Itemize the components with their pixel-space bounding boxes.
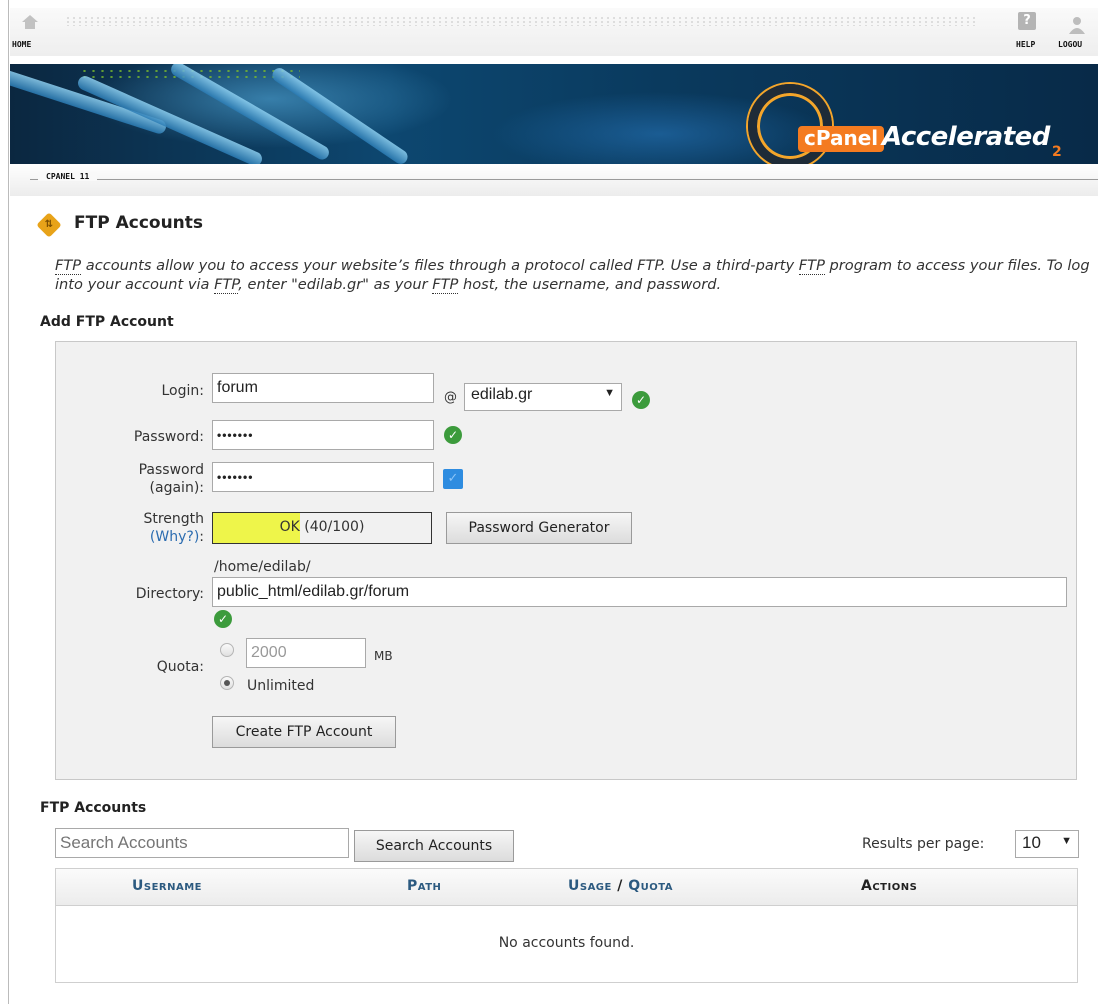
- add-ftp-account-heading: Add FTP Account: [40, 314, 174, 330]
- at-sign: @: [444, 390, 457, 405]
- why-colon: :: [199, 529, 204, 545]
- login-valid-check-icon: ✓: [632, 391, 650, 409]
- description-text: host, the username, and password.: [458, 276, 722, 293]
- left-border: [8, 0, 9, 1004]
- password-again-label-line2: (again):: [149, 480, 204, 496]
- dropdown-arrow-icon: ▼: [1061, 835, 1072, 847]
- strength-text: OK (40/100): [213, 519, 431, 535]
- quota-limited-radio[interactable]: [220, 643, 234, 657]
- empty-table-message: No accounts found.: [498, 935, 635, 951]
- quota-unit: MB: [374, 649, 393, 663]
- results-per-page-select[interactable]: 10 ▼: [1015, 830, 1079, 858]
- header-separator: /: [611, 878, 629, 894]
- page-title: FTP Accounts: [74, 213, 204, 233]
- directory-valid-check-icon: ✓: [214, 610, 232, 628]
- why-line: (Why?):: [76, 528, 204, 546]
- table-header: Username Path Usage / Quota Actions: [56, 869, 1077, 906]
- ftp-accounts-heading: FTP Accounts: [40, 800, 147, 816]
- password-again-label-line1: Password: [138, 462, 204, 478]
- breadcrumb: CPANEL 11: [10, 164, 1098, 196]
- search-accounts-input[interactable]: [55, 828, 349, 858]
- ftp-accounts-table: Username Path Usage / Quota Actions No a…: [55, 868, 1078, 983]
- column-header-usage-quota: Usage / Quota: [568, 878, 673, 894]
- strength-label-text: Strength: [143, 511, 204, 527]
- logout-link[interactable]: LOGOU: [1058, 40, 1082, 49]
- quota-label: Quota:: [156, 659, 204, 675]
- help-link[interactable]: HELP: [1016, 40, 1035, 49]
- cpanel-logo-icon: [748, 84, 832, 164]
- description-text: , enter "edilab.gr" as your: [238, 276, 433, 293]
- ftp-abbr: FTP: [798, 257, 825, 275]
- ftp-abbr: FTP: [214, 276, 239, 294]
- password-strength-meter: OK (40/100): [212, 512, 432, 544]
- home-icon[interactable]: [20, 12, 40, 36]
- cpanel-logo-text: cPanel: [798, 126, 885, 152]
- password-match-check-icon: ✓: [443, 469, 463, 489]
- results-per-page-label: Results per page:: [862, 836, 985, 852]
- domain-select[interactable]: edilab.gr ▼: [464, 383, 622, 411]
- password-generator-button[interactable]: Password Generator: [446, 512, 632, 544]
- create-ftp-account-button[interactable]: Create FTP Account: [212, 716, 396, 748]
- results-per-page-value: 10: [1022, 833, 1041, 852]
- directory-label: Directory:: [135, 586, 204, 602]
- ftp-abbr: FTP: [432, 276, 459, 294]
- strength-score: (40/100): [304, 519, 365, 535]
- cpanel-banner: cPanel Accelerated 2: [10, 64, 1098, 164]
- why-link[interactable]: (Why?): [150, 529, 199, 545]
- directory-prefix: /home/edilab/: [214, 559, 311, 575]
- password-label: Password:: [133, 429, 204, 445]
- column-header-username[interactable]: Username: [132, 878, 202, 894]
- column-header-quota[interactable]: Quota: [628, 878, 673, 894]
- login-label: Login:: [161, 383, 205, 399]
- banner-cable: [75, 73, 265, 164]
- ftp-abbr: FTP: [55, 257, 82, 275]
- banner-cable: [269, 65, 411, 164]
- password-again-label: Password (again):: [76, 461, 204, 497]
- cpanel-logo-version: 2: [1052, 144, 1062, 160]
- breadcrumb-home-link[interactable]: CPANEL 11: [38, 172, 98, 181]
- unlimited-label[interactable]: Unlimited: [247, 678, 314, 694]
- top-nav-bar: HOME ? HELP LOGOU: [10, 8, 1098, 56]
- strength-label: Strength (Why?):: [76, 510, 204, 546]
- search-accounts-button[interactable]: Search Accounts: [354, 830, 514, 862]
- quota-unlimited-radio[interactable]: [220, 676, 234, 690]
- password-input[interactable]: [212, 420, 434, 450]
- cpanel-logo-tagline: Accelerated: [882, 122, 1050, 152]
- column-header-usage[interactable]: Usage: [568, 878, 612, 894]
- quota-input[interactable]: [246, 638, 366, 668]
- ftp-accounts-icon: ⇅: [36, 212, 62, 238]
- breadcrumb-line: [30, 179, 1098, 180]
- home-link[interactable]: HOME: [12, 40, 31, 49]
- description-text: accounts allow you to access your websit…: [81, 257, 799, 274]
- password-again-input[interactable]: [212, 462, 434, 492]
- column-header-path[interactable]: Path: [407, 878, 441, 894]
- add-ftp-account-form: Login: @ edilab.gr ▼ ✓ Password: ✓ Passw…: [55, 341, 1077, 780]
- strength-ok: OK: [279, 519, 300, 535]
- dropdown-arrow-icon: ▼: [604, 387, 615, 399]
- help-icon[interactable]: ?: [1018, 12, 1036, 30]
- banner-cable: [168, 64, 332, 163]
- dotted-divider: [65, 16, 978, 26]
- directory-input[interactable]: [212, 577, 1067, 607]
- domain-select-value: edilab.gr: [471, 386, 533, 403]
- column-header-actions: Actions: [861, 878, 918, 894]
- user-icon[interactable]: [1068, 16, 1086, 38]
- password-valid-check-icon: ✓: [444, 426, 462, 444]
- login-input[interactable]: [212, 373, 434, 403]
- page-description: FTP accounts allow you to access your we…: [55, 256, 1095, 294]
